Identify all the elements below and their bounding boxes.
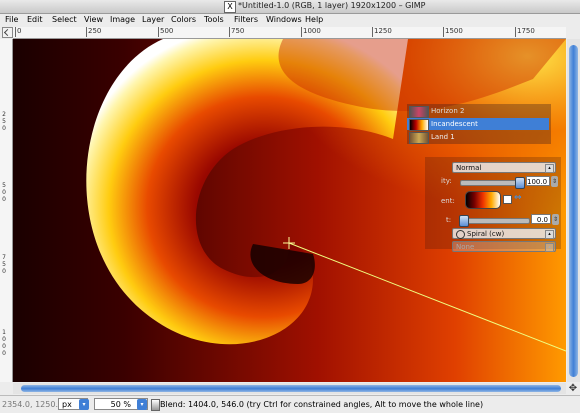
gradient-swatch-horizon-2: [409, 106, 429, 118]
gradient-item-incandescent[interactable]: Incandescent: [431, 120, 478, 128]
image-canvas[interactable]: Horizon 2 Incandescent Land 1 Normal ▴ i…: [13, 39, 566, 382]
gradient-item-horizon-2[interactable]: Horizon 2: [431, 107, 464, 115]
ruler-tick: 1000: [301, 27, 321, 37]
gradient-item-land-1[interactable]: Land 1: [431, 133, 455, 141]
ruler-tick: 750: [229, 27, 245, 37]
ruler-tick: 1 0 0 0: [2, 329, 6, 357]
offset-spin-icon[interactable]: ⇕: [552, 214, 559, 225]
opacity-label: ity:: [441, 177, 452, 185]
pointer-coordinates: 2354.0, 1250.0: [2, 400, 64, 409]
chevron-updown-icon: ▴: [545, 230, 554, 239]
menu-edit[interactable]: Edit: [27, 15, 43, 24]
gradient-preview-button[interactable]: [465, 191, 501, 209]
menu-select[interactable]: Select: [52, 15, 77, 24]
status-message: Blend: 1404.0, 546.0 (try Ctrl for const…: [160, 400, 484, 409]
mode-value: Normal: [456, 164, 482, 172]
ruler-tick: 250: [86, 27, 102, 37]
horizontal-scrollbar[interactable]: [13, 383, 566, 394]
window-title: *Untitled-1.0 (RGB, 1 layer) 1920x1200 –…: [238, 1, 426, 10]
reverse-checkbox[interactable]: [503, 195, 512, 204]
menu-layer[interactable]: Layer: [142, 15, 164, 24]
menu-colors[interactable]: Colors: [171, 15, 196, 24]
ruler-tick: 1500: [443, 27, 463, 37]
opacity-spin-icon[interactable]: ⇕: [551, 176, 558, 187]
shape-value: Spiral (cw): [467, 230, 505, 238]
offset-label: t:: [446, 216, 452, 224]
gradient-swatch-land-1: [409, 132, 429, 144]
chevron-updown-icon: ▴: [545, 164, 554, 173]
menu-windows[interactable]: Windows: [266, 15, 302, 24]
gradient-swatch-incandescent: [409, 119, 429, 131]
unit-dropdown-icon[interactable]: ▾: [79, 399, 89, 410]
opacity-slider-knob[interactable]: [515, 177, 525, 189]
ruler-tick: 2 5 0: [2, 111, 6, 132]
ruler-tick: 7 5 0: [2, 254, 6, 275]
offset-input[interactable]: 0.0: [531, 214, 551, 224]
menu-bar: File Edit Select View Image Layer Colors…: [0, 14, 580, 26]
menu-file[interactable]: File: [5, 15, 18, 24]
gimp-window: X *Untitled-1.0 (RGB, 1 layer) 1920x1200…: [0, 0, 580, 413]
ruler-tick: 5 0 0: [2, 182, 6, 203]
vertical-scrollbar[interactable]: [567, 39, 580, 382]
menu-help[interactable]: Help: [305, 15, 323, 24]
unit-value: px: [62, 400, 72, 409]
gradient-label: ent:: [441, 197, 455, 205]
menu-view[interactable]: View: [84, 15, 103, 24]
repeat-value: None: [456, 243, 475, 251]
spiral-icon: [456, 229, 465, 239]
gradient-list-panel: Horizon 2 Incandescent Land 1: [407, 104, 551, 144]
ruler-tick: 0: [15, 27, 22, 37]
zoom-dropdown-icon[interactable]: ▾: [137, 399, 147, 410]
zoom-value: 50 %: [110, 400, 131, 409]
cancel-operation-icon[interactable]: [151, 399, 160, 411]
menu-tools[interactable]: Tools: [204, 15, 224, 24]
title-bar: X *Untitled-1.0 (RGB, 1 layer) 1920x1200…: [0, 0, 580, 14]
ruler-tick: 1750: [515, 27, 535, 37]
opacity-input[interactable]: 100.0: [526, 176, 550, 186]
offset-slider[interactable]: [459, 215, 530, 227]
menu-image[interactable]: Image: [110, 15, 135, 24]
horizontal-ruler: 0 250 500 750 1000 1250 1500 1750: [13, 27, 566, 39]
quick-mask-corner-button[interactable]: [2, 27, 13, 38]
offset-slider-knob[interactable]: [459, 215, 469, 227]
horizontal-scroll-thumb[interactable]: [21, 385, 561, 392]
status-bar: 2354.0, 1250.0 px ▾ 50 % ▾ Blend: 1404.0…: [0, 395, 580, 413]
vertical-ruler: 2 5 0 5 0 0 7 5 0 1 0 0 0: [0, 39, 13, 382]
ruler-tick: 500: [158, 27, 174, 37]
x-logo-icon: X: [224, 1, 236, 13]
chevron-updown-icon: ▴: [545, 243, 554, 252]
ruler-tick: 1250: [372, 27, 392, 37]
blend-tool-options: Normal ▴ ity: 100.0 ⇕ ent: ⇔ t: 0.0 ⇕ Sp…: [425, 157, 561, 252]
mode-combo[interactable]: Normal ▴: [452, 162, 556, 173]
vertical-scroll-thumb[interactable]: [569, 45, 578, 377]
repeat-combo[interactable]: None ▴: [452, 241, 556, 252]
menu-filters[interactable]: Filters: [234, 15, 258, 24]
opacity-slider[interactable]: [460, 177, 525, 189]
shape-combo[interactable]: Spiral (cw) ▴: [452, 228, 556, 239]
reverse-arrows-icon: ⇔: [514, 193, 522, 203]
navigate-icon[interactable]: ✥: [568, 384, 578, 394]
